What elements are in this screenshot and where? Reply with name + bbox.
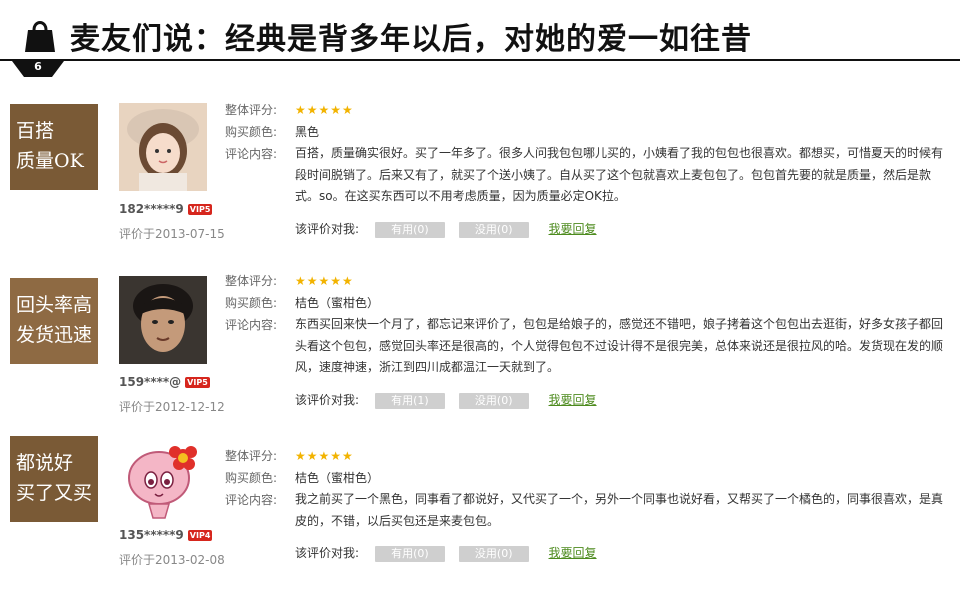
avatar[interactable] [119,432,207,520]
username-text: 159****@ [119,375,182,389]
star-rating-icon: ★★★★★ [295,274,354,288]
vote-label: 该评价对我: [295,393,360,407]
rating-label: 整体评分: [225,274,278,288]
review-tag-line: 百搭 [16,120,55,142]
page-number: 6 [34,60,42,73]
reply-link[interactable]: 我要回复 [549,393,597,407]
content-row: 评论内容: 百搭，质量确实很好。买了一年多了。很多人问我包包哪儿买的，小姨看了我… [225,143,945,203]
vip-badge: VIP5 [185,377,210,388]
review-date: 评价于2013-07-15 [119,227,225,241]
review-tag: 都说好 买了又买 [10,436,98,522]
content-row: 评论内容: 东西买回来快一个月了，都忘记来评价了，包包是给娘子的，感觉还不错吧，… [225,314,945,374]
star-rating-icon: ★★★★★ [295,103,354,117]
vote-row: 该评价对我: 有用(0) 没用(0) 我要回复 [295,544,597,562]
review-date: 评价于2012-12-12 [119,400,225,414]
vip-badge: VIP5 [187,204,213,215]
review-content: 百搭，质量确实很好。买了一年多了。很多人问我包包哪儿买的，小姨看了我的包包也很喜… [295,146,944,203]
rating-label: 整体评分: [225,103,278,117]
review-tag-line: 买了又买 [16,482,93,504]
reviewer-username: 135*****9 VIP4 [119,528,213,542]
page-header: 麦友们说：经典是背多年以后，对她的爱一如往昔 6 [0,0,960,80]
color-label: 购买颜色: [225,471,278,485]
username-text: 135*****9 [119,528,184,542]
page-title: 麦友们说：经典是背多年以后，对她的爱一如往昔 [70,22,752,57]
reply-link[interactable]: 我要回复 [549,222,597,236]
handbag-icon [25,21,55,52]
content-label: 评论内容: [225,147,278,161]
content-label: 评论内容: [225,493,278,507]
review-tag-line: 都说好 [16,452,74,474]
review-tag: 回头率高 发货迅速 [10,278,98,364]
vote-label: 该评价对我: [295,222,360,236]
content-label: 评论内容: [225,318,278,332]
review-fields: 整体评分: ★★★★★ 购买颜色: 桔色（蜜柑色） 评论内容: 东西买回来快一个… [225,270,945,374]
username-text: 182*****9 [119,202,184,216]
review-tag-line: 发货迅速 [16,324,93,346]
review-date: 评价于2013-02-08 [119,553,225,567]
review-tag: 百搭 质量OK [10,104,98,190]
vote-row: 该评价对我: 有用(1) 没用(0) 我要回复 [295,391,597,409]
vote-label: 该评价对我: [295,546,360,560]
content-row: 评论内容: 我之前买了一个黑色，同事看了都说好，又代买了一个，另外一个同事也说好… [225,489,945,528]
useless-button[interactable]: 没用(0) [458,392,529,409]
rating-label: 整体评分: [225,449,278,463]
review-fields: 整体评分: ★★★★★ 购买颜色: 桔色（蜜柑色） 评论内容: 我之前买了一个黑… [225,445,945,528]
color-value: 桔色（蜜柑色） [295,471,380,485]
rating-row: 整体评分: ★★★★★ [225,99,945,121]
color-row: 购买颜色: 黑色 [225,121,945,143]
review-fields: 整体评分: ★★★★★ 购买颜色: 黑色 评论内容: 百搭，质量确实很好。买了一… [225,99,945,203]
useless-button[interactable]: 没用(0) [458,221,529,238]
avatar[interactable] [119,276,207,364]
review-tag-line: 质量OK [16,150,84,172]
reviewer-username: 182*****9 VIP5 [119,202,213,216]
useful-button[interactable]: 有用(0) [374,221,445,238]
reply-link[interactable]: 我要回复 [549,546,597,560]
review-tag-line: 回头率高 [16,294,93,316]
color-value: 桔色（蜜柑色） [295,296,380,310]
avatar[interactable] [119,103,207,191]
vip-badge: VIP4 [187,530,213,541]
useless-button[interactable]: 没用(0) [458,545,529,562]
color-row: 购买颜色: 桔色（蜜柑色） [225,292,945,314]
review-content: 我之前买了一个黑色，同事看了都说好，又代买了一个，另外一个同事也说好看，又帮买了… [295,492,944,528]
useful-button[interactable]: 有用(0) [374,545,445,562]
review-content: 东西买回来快一个月了，都忘记来评价了，包包是给娘子的，感觉还不错吧，娘子拷着这个… [295,317,944,374]
color-label: 购买颜色: [225,125,278,139]
color-value: 黑色 [295,125,320,139]
useful-button[interactable]: 有用(1) [374,392,445,409]
reviewer-username: 159****@ VIP5 [119,375,210,389]
header-divider [0,59,960,61]
star-rating-icon: ★★★★★ [295,449,354,463]
color-row: 购买颜色: 桔色（蜜柑色） [225,467,945,489]
vote-row: 该评价对我: 有用(0) 没用(0) 我要回复 [295,220,597,238]
color-label: 购买颜色: [225,296,278,310]
rating-row: 整体评分: ★★★★★ [225,270,945,292]
rating-row: 整体评分: ★★★★★ [225,445,945,467]
